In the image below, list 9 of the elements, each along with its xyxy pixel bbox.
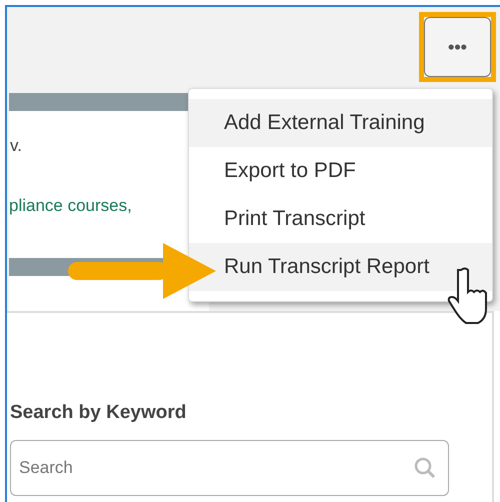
search-heading: Search by Keyword (10, 401, 188, 425)
more-button[interactable]: ••• (424, 17, 491, 77)
menu-item[interactable]: Print Transcript (189, 195, 492, 243)
menu-item[interactable]: Add External Training (189, 99, 492, 147)
search-field[interactable]: Search (10, 440, 449, 496)
description-text: v. (10, 135, 23, 157)
search-icon (413, 456, 437, 480)
menu-item[interactable]: Export to PDF (189, 147, 492, 195)
menu-item[interactable]: Run Transcript Report (189, 243, 492, 291)
